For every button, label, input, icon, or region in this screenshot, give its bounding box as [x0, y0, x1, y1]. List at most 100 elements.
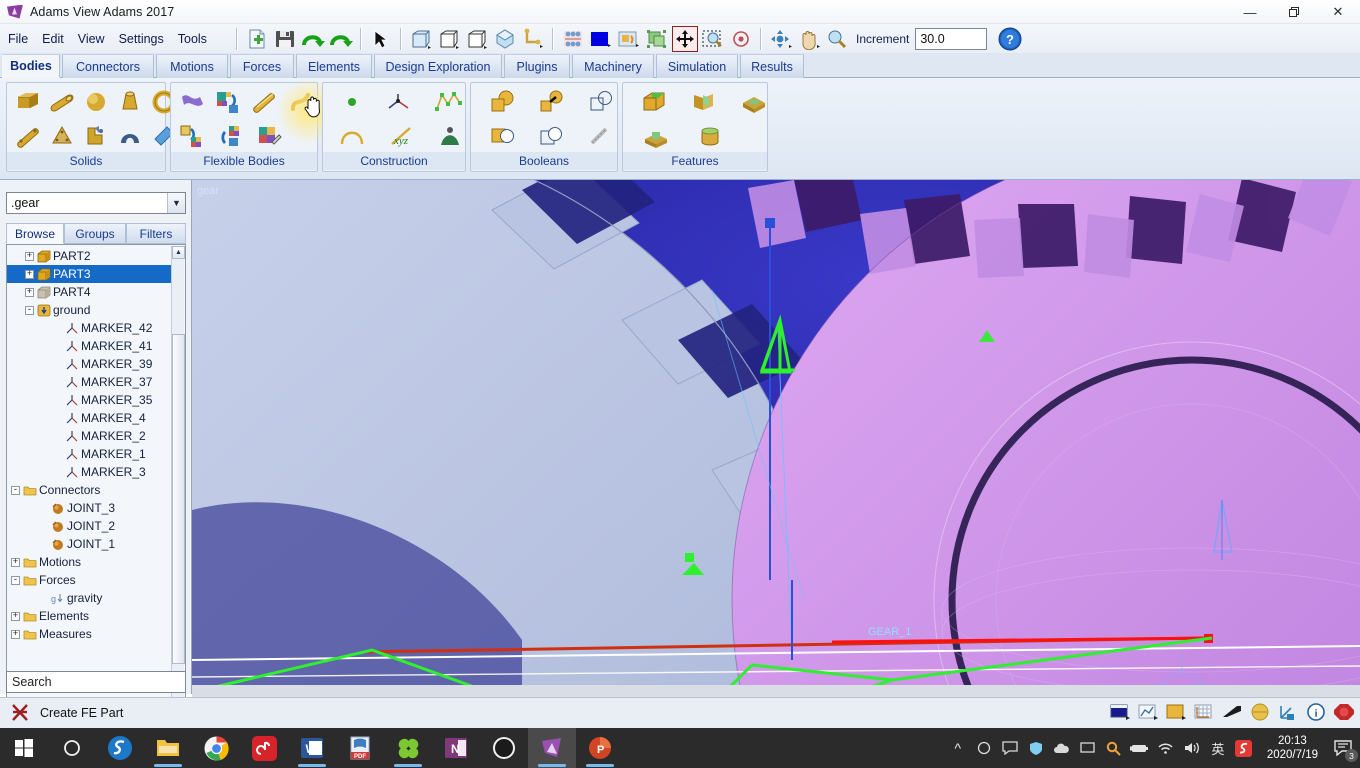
plot-icon[interactable] [1136, 700, 1160, 724]
tab-simulation[interactable]: Simulation [656, 54, 738, 78]
tree-expand-icon[interactable]: + [11, 611, 20, 621]
rotate-view-icon[interactable] [768, 26, 794, 52]
tree-item-joint_1[interactable]: JOINT_1 [7, 535, 171, 553]
netease-music-icon[interactable] [240, 728, 288, 768]
tab-connectors[interactable]: Connectors [62, 54, 154, 78]
discrete-flex-link-icon[interactable] [177, 120, 211, 152]
grid-icon[interactable] [1192, 700, 1216, 724]
rigid-body-extrusion-icon[interactable] [81, 120, 111, 152]
tree-item-part2[interactable]: + PART2 [7, 247, 171, 265]
render-view-icon[interactable] [1108, 700, 1132, 724]
model-viewport[interactable]: gear GEAR_1 [192, 180, 1360, 697]
tree-item-marker_42[interactable]: MARKER_42 [7, 319, 171, 337]
construction-polyline-icon[interactable] [433, 86, 465, 118]
rigid-to-flex-icon[interactable] [213, 86, 245, 118]
tree-item-joint_2[interactable]: JOINT_2 [7, 517, 171, 535]
triad-icon[interactable] [1276, 700, 1300, 724]
search-input[interactable]: Search [6, 671, 186, 693]
create-flexible-body-icon[interactable] [177, 86, 209, 118]
tab-groups[interactable]: Groups [64, 223, 126, 244]
feature-extrude-icon[interactable] [639, 120, 673, 152]
tab-machinery[interactable]: Machinery [572, 54, 654, 78]
tray-overflow-icon[interactable]: ^ [945, 728, 971, 768]
new-file-icon[interactable] [244, 26, 270, 52]
help-question-icon[interactable]: ? [997, 26, 1023, 52]
tab-filters[interactable]: Filters [126, 223, 186, 244]
tree-item-part3[interactable]: + PART3 [7, 265, 171, 283]
zoom-box-icon[interactable] [700, 26, 726, 52]
model-selector-combo[interactable]: .gear ▼ [6, 192, 186, 214]
menu-view[interactable]: View [72, 30, 111, 48]
tree-expand-icon[interactable]: + [11, 629, 20, 639]
rigid-body-plate-icon[interactable] [47, 120, 77, 152]
iso-view-icon[interactable] [464, 26, 490, 52]
info-icon[interactable]: i [1304, 700, 1328, 724]
tree-item-ground[interactable]: - ground [7, 301, 171, 319]
translate-view-icon[interactable] [672, 26, 698, 52]
circle-icon[interactable] [971, 728, 997, 768]
start-button-icon[interactable] [0, 728, 48, 768]
tab-bodies[interactable]: Bodies [2, 54, 60, 78]
rigid-body-link-icon[interactable] [13, 120, 43, 152]
sogou-ime-icon[interactable] [1231, 728, 1257, 768]
tree-item-marker_39[interactable]: MARKER_39 [7, 355, 171, 373]
construction-arc-icon[interactable] [337, 120, 368, 152]
render-shaded-icon[interactable] [492, 26, 518, 52]
boolean-merge-icon[interactable] [536, 86, 569, 118]
chat-icon[interactable] [997, 728, 1023, 768]
file-explorer-icon[interactable] [144, 728, 192, 768]
axis-triad-icon[interactable] [520, 26, 546, 52]
pdf-reader-icon[interactable]: PDF [336, 728, 384, 768]
construction-spline-icon[interactable]: xyz [386, 120, 417, 152]
select-arrow-icon[interactable] [368, 26, 394, 52]
tree-item-marker_1[interactable]: MARKER_1 [7, 445, 171, 463]
menu-tools[interactable]: Tools [172, 30, 213, 48]
tree-item-elements[interactable]: + Elements [7, 607, 171, 625]
tab-browse[interactable]: Browse [6, 223, 64, 244]
zoom-icon[interactable] [824, 26, 850, 52]
tree-item-marker_3[interactable]: MARKER_3 [7, 463, 171, 481]
side-view-icon[interactable] [436, 26, 462, 52]
feature-chamfer-icon[interactable] [689, 86, 719, 118]
tab-results[interactable]: Results [740, 54, 804, 78]
word-icon[interactable]: W [288, 728, 336, 768]
rigid-body-cylinder-icon[interactable] [47, 86, 77, 118]
onenote-icon[interactable]: N [432, 728, 480, 768]
boolean-subtract-icon[interactable] [487, 120, 520, 152]
pan-hand-icon[interactable] [796, 26, 822, 52]
front-view-icon[interactable] [408, 26, 434, 52]
chrome-icon[interactable] [192, 728, 240, 768]
tree-expand-icon[interactable]: + [25, 287, 34, 297]
wedge-icon[interactable] [1220, 700, 1244, 724]
background-color-icon[interactable] [588, 26, 614, 52]
shield-icon[interactable] [1023, 728, 1049, 768]
tab-design-exploration[interactable]: Design Exploration [374, 54, 502, 78]
monitor-icon[interactable] [1075, 728, 1101, 768]
tree-item-marker_4[interactable]: MARKER_4 [7, 409, 171, 427]
tab-motions[interactable]: Motions [156, 54, 228, 78]
cloud-icon[interactable] [1049, 728, 1075, 768]
cortana-search-icon[interactable] [48, 728, 96, 768]
tree-expand-icon[interactable]: + [25, 251, 34, 261]
tree-scroll-thumb[interactable] [172, 334, 185, 664]
tree-item-marker_35[interactable]: MARKER_35 [7, 391, 171, 409]
construction-marker-icon[interactable] [385, 86, 415, 118]
battery-icon[interactable] [1127, 728, 1153, 768]
powerpoint-icon[interactable]: P [576, 728, 624, 768]
menu-file[interactable]: File [2, 30, 34, 48]
sphere-icon[interactable] [1248, 700, 1272, 724]
recorder-icon[interactable] [480, 728, 528, 768]
tree-item-marker_41[interactable]: MARKER_41 [7, 337, 171, 355]
clover-icon[interactable] [384, 728, 432, 768]
rigid-body-box-icon[interactable] [13, 86, 43, 118]
rigid-body-sphere-icon[interactable] [81, 86, 111, 118]
tree-item-gravity[interactable]: g gravity [7, 589, 171, 607]
icon-visibility-icon[interactable] [560, 26, 586, 52]
adams-view-icon[interactable] [528, 728, 576, 768]
chevron-down-icon[interactable]: ▼ [167, 193, 185, 213]
feature-revolve-icon[interactable] [693, 120, 727, 152]
save-icon[interactable] [272, 26, 298, 52]
boolean-split-icon[interactable] [536, 120, 569, 152]
boolean-chain-icon[interactable] [584, 120, 617, 152]
rigid-body-frustum-icon[interactable] [115, 86, 145, 118]
